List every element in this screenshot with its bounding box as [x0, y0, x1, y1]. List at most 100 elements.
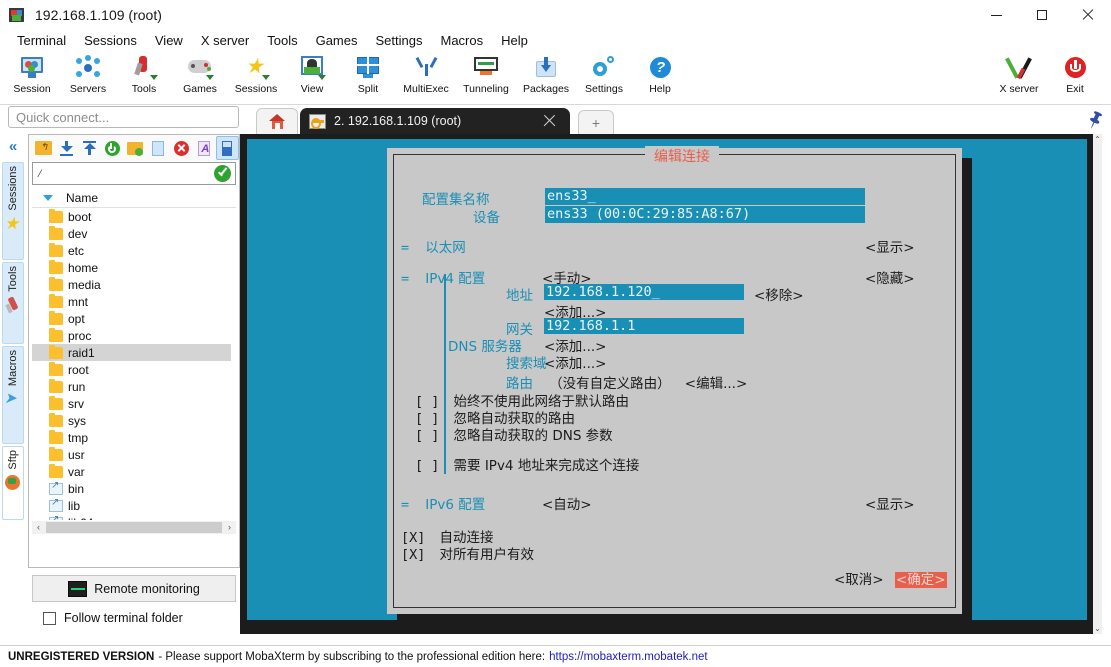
- file-row[interactable]: lib: [32, 497, 236, 514]
- go-up-icon[interactable]: ↰: [32, 136, 55, 160]
- toolbar-button-tunneling[interactable]: Tunneling: [456, 51, 516, 104]
- file-row[interactable]: root: [32, 361, 236, 378]
- file-row[interactable]: bin: [32, 480, 236, 497]
- menu-games[interactable]: Games: [307, 33, 367, 48]
- toolbar-button-split[interactable]: Split: [340, 51, 396, 104]
- sftp-column-header[interactable]: Name ⋮: [32, 188, 280, 208]
- rail-tab-macros[interactable]: Macros ➤: [2, 346, 24, 444]
- file-row[interactable]: tmp: [32, 429, 236, 446]
- menu-macros[interactable]: Macros: [431, 33, 492, 48]
- collapse-sidebar-button[interactable]: «: [3, 134, 23, 160]
- file-row[interactable]: lib64: [32, 514, 236, 520]
- rail-tab-tools[interactable]: Tools: [2, 262, 24, 344]
- ipv4-search-add-button[interactable]: <添加...>: [544, 356, 607, 372]
- close-button[interactable]: [1065, 0, 1111, 30]
- scroll-right-icon[interactable]: ›: [223, 521, 236, 534]
- ipv4-checkbox-2-mark[interactable]: [ ]: [415, 428, 439, 444]
- menu-sessions[interactable]: Sessions: [75, 33, 146, 48]
- scroll-up-icon[interactable]: ⌃: [1093, 134, 1102, 145]
- file-row[interactable]: var: [32, 463, 236, 480]
- toolbar-button-view[interactable]: View: [284, 51, 340, 104]
- rail-tab-sftp[interactable]: Sftp: [2, 446, 24, 520]
- binary-mode-icon[interactable]: [215, 136, 240, 160]
- file-row[interactable]: usr: [32, 446, 236, 463]
- file-row[interactable]: run: [32, 378, 236, 395]
- device-input[interactable]: ens33 (00:0C:29:85:A8:67): [545, 206, 865, 223]
- minimize-button[interactable]: [973, 0, 1019, 30]
- sftp-horizontal-scrollbar[interactable]: ‹ ›: [32, 521, 236, 534]
- menu-x-server[interactable]: X server: [192, 33, 258, 48]
- ipv6-method-select[interactable]: <自动>: [542, 497, 592, 513]
- file-row[interactable]: srv: [32, 395, 236, 412]
- delete-icon[interactable]: [170, 136, 193, 160]
- sftp-file-list[interactable]: boot dev etc home media mnt opt proc raid1 root ru…: [32, 208, 236, 520]
- toolbar-button-x-server[interactable]: X server: [991, 51, 1047, 104]
- toolbar-button-multiexec[interactable]: MultiExec: [396, 51, 456, 104]
- file-row[interactable]: opt: [32, 310, 236, 327]
- ipv4-checkbox-3-mark[interactable]: [ ]: [415, 458, 439, 474]
- toolbar-button-servers[interactable]: Servers: [60, 51, 116, 104]
- toolbar-button-tools[interactable]: Tools: [116, 51, 172, 104]
- file-name: proc: [68, 328, 92, 343]
- menu-tools[interactable]: Tools: [258, 33, 306, 48]
- menu-view[interactable]: View: [146, 33, 192, 48]
- file-row[interactable]: mnt: [32, 293, 236, 310]
- global-checkbox-1-mark[interactable]: [X]: [401, 547, 425, 563]
- follow-terminal-folder-row[interactable]: Follow terminal folder: [43, 611, 183, 625]
- menu-settings[interactable]: Settings: [367, 33, 432, 48]
- toolbar-button-session[interactable]: Session: [4, 51, 60, 104]
- sftp-path-input[interactable]: /: [32, 162, 236, 185]
- remote-monitoring-button[interactable]: Remote monitoring: [32, 575, 236, 602]
- home-tab[interactable]: [256, 108, 298, 134]
- download-icon[interactable]: [55, 136, 78, 160]
- ipv4-gateway-input[interactable]: 192.168.1.1: [544, 318, 744, 334]
- new-file-icon[interactable]: [147, 136, 170, 160]
- new-folder-icon[interactable]: [124, 136, 147, 160]
- ipv4-routes-edit-button[interactable]: <编辑...>: [685, 376, 748, 392]
- menu-help[interactable]: Help: [492, 33, 537, 48]
- toolbar-button-settings[interactable]: Settings: [576, 51, 632, 104]
- toolbar-button-packages[interactable]: Packages: [516, 51, 576, 104]
- quick-connect-input[interactable]: Quick connect...: [8, 106, 239, 128]
- scroll-left-icon[interactable]: ‹: [32, 521, 45, 534]
- toolbar-button-sessions[interactable]: ★ Sessions: [228, 51, 284, 104]
- refresh-icon[interactable]: [101, 136, 124, 160]
- file-row[interactable]: media: [32, 276, 236, 293]
- toolbar-button-games[interactable]: Games: [172, 51, 228, 104]
- ethernet-show-button[interactable]: <显示>: [865, 240, 915, 256]
- rail-tab-sessions[interactable]: Sessions ★: [2, 162, 24, 260]
- sort-descending-icon[interactable]: [43, 194, 53, 201]
- file-row[interactable]: boot: [32, 208, 236, 225]
- file-row[interactable]: sys: [32, 412, 236, 429]
- toolbar-button-exit[interactable]: Exit: [1047, 51, 1103, 104]
- file-row[interactable]: etc: [32, 242, 236, 259]
- ipv4-address-remove-button[interactable]: <移除>: [754, 288, 804, 304]
- profile-name-input[interactable]: ens33_: [545, 188, 865, 205]
- upload-icon[interactable]: [78, 136, 101, 160]
- new-tab-button[interactable]: +: [578, 110, 614, 134]
- ipv4-address-input[interactable]: 192.168.1.120_: [544, 284, 744, 300]
- follow-terminal-folder-checkbox[interactable]: [43, 611, 56, 625]
- close-tab-icon[interactable]: [543, 114, 556, 127]
- terminal-tab[interactable]: 2. 192.168.1.109 (root): [300, 108, 570, 134]
- ipv4-hide-button[interactable]: <隐藏>: [865, 271, 915, 287]
- file-row[interactable]: raid1: [32, 344, 236, 361]
- text-mode-icon[interactable]: A: [193, 136, 216, 160]
- file-row[interactable]: dev: [32, 225, 236, 242]
- attachments-button[interactable]: 🖈: [1084, 106, 1108, 133]
- ok-button[interactable]: <确定>: [895, 572, 947, 588]
- sftp-vertical-scrollbar[interactable]: [231, 208, 239, 520]
- menu-terminal[interactable]: Terminal: [8, 33, 75, 48]
- toolbar-button-help[interactable]: ? Help: [632, 51, 688, 104]
- scroll-down-icon[interactable]: ⌄: [1093, 623, 1102, 634]
- check-icon[interactable]: [214, 165, 231, 182]
- scrollbar-thumb[interactable]: [46, 522, 222, 533]
- mobaxterm-link[interactable]: https://mobaxterm.mobatek.net: [549, 651, 708, 663]
- maximize-button[interactable]: [1019, 0, 1065, 30]
- terminal-area[interactable]: 编辑连接 配置集名称 ens33_ 设备 ens33 (00:0C:29:85:…: [240, 134, 1102, 634]
- file-row[interactable]: proc: [32, 327, 236, 344]
- cancel-button[interactable]: <取消>: [834, 572, 884, 588]
- terminal-scrollbar[interactable]: ⌃ ⌄: [1093, 134, 1102, 634]
- file-row[interactable]: home: [32, 259, 236, 276]
- ipv6-show-button[interactable]: <显示>: [865, 497, 915, 513]
